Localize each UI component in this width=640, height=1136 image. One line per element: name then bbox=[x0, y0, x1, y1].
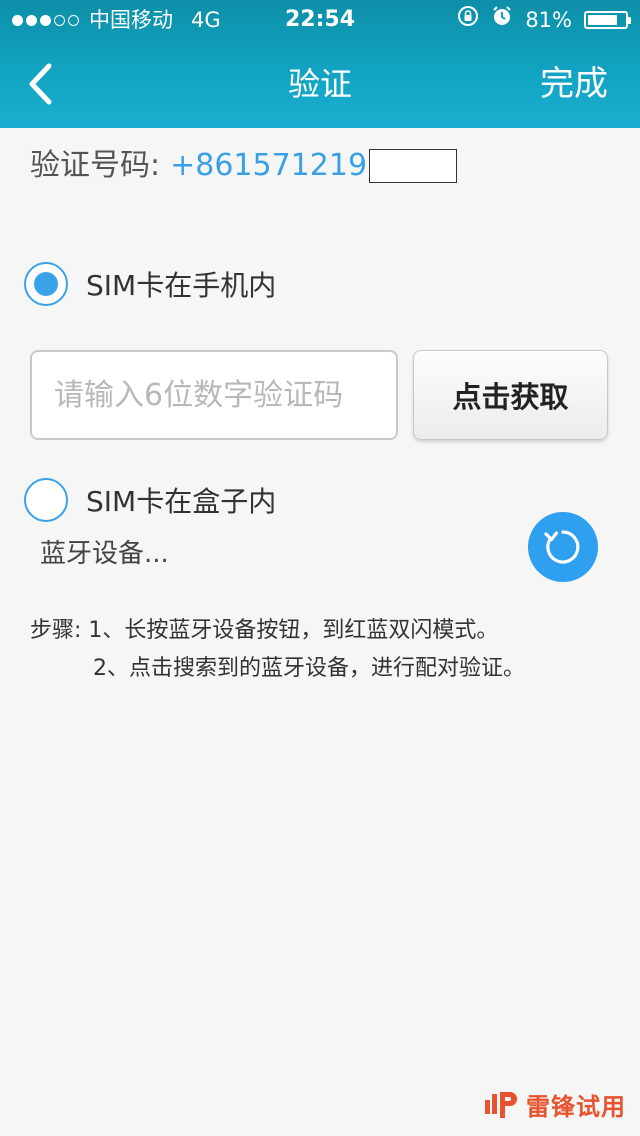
rotation-lock-icon bbox=[457, 0, 479, 40]
watermark: 雷锋试用 bbox=[484, 1087, 626, 1122]
status-bar: 中国移动 4G 22:54 81% bbox=[0, 0, 640, 40]
verify-phone-number: +861571219 bbox=[170, 148, 368, 183]
battery-icon bbox=[584, 11, 631, 29]
navbar: 验证 完成 bbox=[0, 40, 640, 128]
refresh-button[interactable] bbox=[528, 512, 598, 582]
get-code-button[interactable]: 点击获取 bbox=[413, 350, 608, 440]
alarm-icon bbox=[491, 0, 513, 40]
option-sim-in-box[interactable]: SIM卡在盒子内 bbox=[24, 478, 276, 522]
option-sim-in-phone-label: SIM卡在手机内 bbox=[86, 269, 277, 302]
step-line-2: 2、点击搜索到的蓝牙设备，进行配对验证。 bbox=[93, 656, 525, 681]
battery-percent: 81% bbox=[525, 8, 572, 32]
refresh-icon bbox=[544, 530, 580, 564]
step-line-1: 步骤: 1、长按蓝牙设备按钮，到红蓝双闪模式。 bbox=[30, 618, 499, 643]
verify-phone-row: 验证号码: +861571219 bbox=[30, 146, 458, 186]
watermark-logo-icon bbox=[485, 1091, 517, 1118]
header: 中国移动 4G 22:54 81% 验证 完成 bbox=[0, 0, 640, 128]
option-sim-in-box-label: SIM卡在盒子内 bbox=[86, 485, 277, 518]
radio-selected-dot bbox=[34, 272, 58, 296]
verify-phone-label: 验证号码: bbox=[30, 148, 161, 183]
watermark-text: 雷锋试用 bbox=[526, 1093, 626, 1121]
verification-code-input[interactable] bbox=[30, 350, 398, 440]
option-sim-in-phone[interactable]: SIM卡在手机内 bbox=[24, 262, 276, 306]
bluetooth-status: 蓝牙设备... bbox=[40, 539, 169, 569]
radio-sim-in-phone[interactable] bbox=[24, 262, 68, 306]
number-redaction-box bbox=[369, 149, 458, 183]
done-button[interactable]: 完成 bbox=[540, 40, 608, 128]
instruction-steps: 步骤: 1、长按蓝牙设备按钮，到红蓝双闪模式。 2、点击搜索到的蓝牙设备，进行配… bbox=[30, 612, 525, 688]
radio-sim-in-box[interactable] bbox=[24, 478, 68, 522]
